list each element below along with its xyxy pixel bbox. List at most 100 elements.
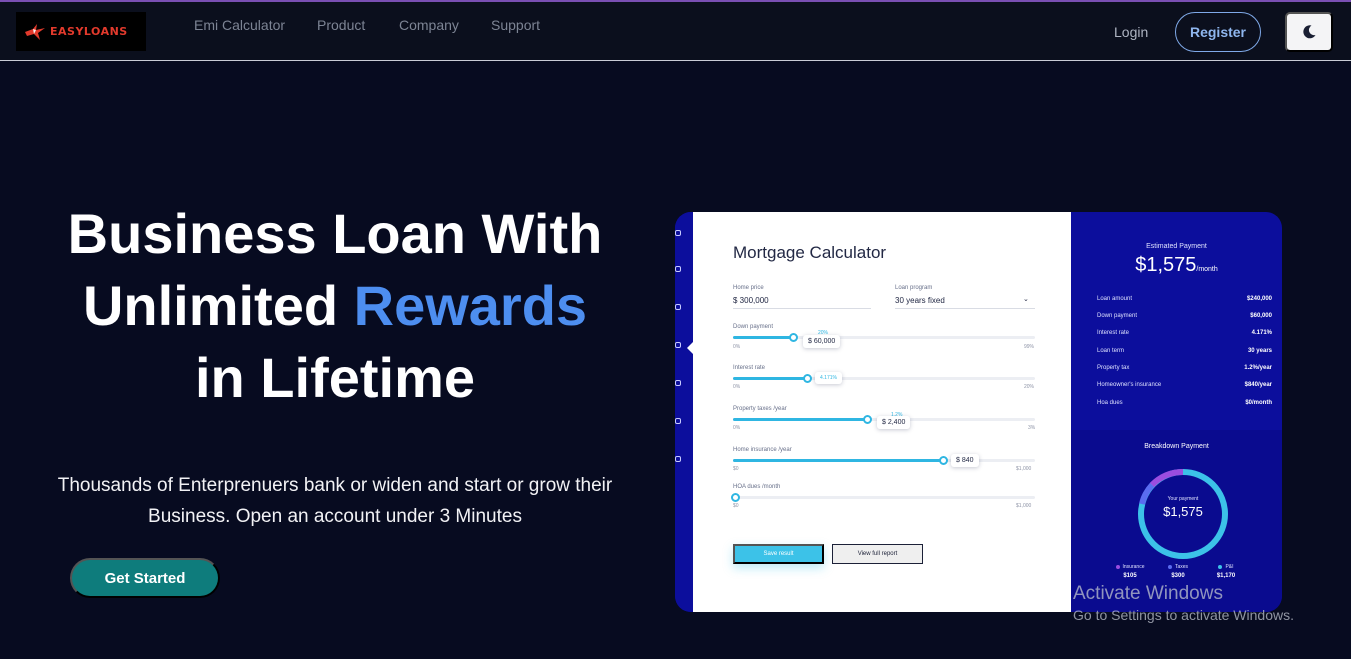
hoa-dues-knob[interactable] — [731, 493, 740, 502]
loan-program-select[interactable]: 30 years fixed — [895, 296, 945, 305]
hero-title-line1: Business Loan With — [67, 202, 603, 265]
loan-program-label: Loan program — [895, 285, 933, 291]
home-price-input[interactable]: $ 300,000 — [733, 296, 769, 305]
view-full-report-button[interactable]: View full report — [832, 544, 923, 564]
summary-row-label: Interest rate — [1097, 330, 1130, 336]
interest-rate-knob[interactable] — [803, 374, 812, 383]
legend-dot — [1115, 564, 1120, 569]
interest-rate-value: 4.171% — [815, 372, 842, 384]
nav-support[interactable]: Support — [491, 17, 540, 33]
home-price-underline — [733, 308, 871, 309]
nav-emi-calculator[interactable]: Emi Calculator — [194, 17, 285, 33]
mortgage-calculator-preview: Mortgage Calculator Home price $ 300,000… — [675, 212, 1282, 612]
hero-subtitle: Thousands of Enterprenuers bank or widen… — [57, 475, 613, 527]
activate-windows-title: Activate Windows — [1073, 583, 1223, 604]
summary-row-value: $0/month — [1245, 400, 1272, 406]
register-button[interactable]: Register — [1175, 12, 1261, 52]
interest-rate-slider[interactable] — [733, 374, 1035, 383]
hoa-dues-max: $1,000 — [1016, 503, 1032, 509]
property-taxes-label: Property taxes /year — [733, 406, 787, 412]
property-taxes-fill — [733, 418, 867, 421]
breakdown-payment-label: Breakdown Payment — [1144, 443, 1209, 450]
rail-calculator-icon — [675, 342, 681, 348]
rail-home-icon — [675, 230, 681, 236]
down-payment-min: 0% — [733, 344, 741, 350]
home-insurance-label: Home insurance /year — [733, 447, 792, 453]
down-payment-knob[interactable] — [789, 333, 798, 342]
legend-name: Taxes — [1174, 564, 1189, 570]
nav-product[interactable]: Product — [317, 17, 365, 33]
hoa-dues-min: $0 — [733, 503, 739, 509]
legend-pi: P&I $1,170 — [1206, 564, 1246, 579]
hoa-dues-label: HOA dues /month — [733, 484, 781, 490]
property-taxes-min: 0% — [733, 425, 741, 431]
summary-row-value: $60,000 — [1250, 313, 1272, 319]
summary-row-value: 4.171% — [1251, 330, 1272, 336]
legend-dot — [1167, 564, 1172, 569]
legend-dot — [1218, 564, 1223, 569]
summary-row-label: Hoa dues — [1097, 400, 1123, 406]
estimated-payment-label: Estimated Payment — [1146, 243, 1207, 250]
summary-row-label: Down payment — [1097, 313, 1138, 319]
brand-name: EASYLOANS — [50, 25, 128, 38]
rail-list-icon — [675, 304, 681, 310]
summary-row-label: Loan amount — [1097, 296, 1133, 302]
rail-settings-icon — [675, 456, 681, 462]
bird-logo-icon — [25, 23, 45, 40]
hoa-dues-slider[interactable] — [731, 493, 1035, 502]
home-insurance-slider[interactable] — [733, 456, 1035, 465]
down-payment-label: Down payment — [733, 324, 774, 330]
estimated-payment-value: $1,575/month — [1071, 254, 1282, 277]
home-insurance-min: $0 — [733, 466, 739, 472]
login-link[interactable]: Login — [1114, 24, 1148, 40]
interest-rate-min: 0% — [733, 384, 741, 390]
property-taxes-knob[interactable] — [863, 415, 872, 424]
legend-value: $300 — [1171, 573, 1185, 579]
ring-caption: Your payment — [1167, 496, 1199, 502]
summary-row-label: Homeowner's insurance — [1097, 382, 1162, 388]
summary-row-value: 30 years — [1247, 348, 1272, 354]
home-price-label: Home price — [733, 285, 764, 291]
nav-company[interactable]: Company — [399, 17, 459, 33]
calculator-title: Mortgage Calculator — [733, 243, 887, 262]
preview-sidebar-rail — [675, 212, 693, 612]
interest-rate-label: Interest rate — [733, 365, 766, 371]
summary-row-label: Property tax — [1097, 365, 1130, 371]
home-insurance-value: $ 840 — [951, 454, 979, 467]
payment-summary-panel: Estimated Payment $1,575/month Loan amou… — [1071, 212, 1282, 612]
get-started-button[interactable]: Get Started — [70, 558, 220, 598]
summary-row-value: $240,000 — [1246, 296, 1272, 302]
theme-toggle-button[interactable] — [1285, 12, 1333, 52]
save-result-button[interactable]: Save result — [733, 544, 824, 564]
legend-value: $1,170 — [1216, 573, 1236, 579]
summary-row-value: $840/year — [1244, 382, 1272, 388]
home-insurance-max: $1,000 — [1016, 466, 1032, 472]
home-insurance-knob[interactable] — [939, 456, 948, 465]
moon-icon — [1303, 25, 1316, 39]
legend-insurance: Insurance $105 — [1110, 564, 1150, 579]
summary-row-value: 1.2%/year — [1244, 365, 1272, 371]
hero-title: Business Loan With Unlimited Rewards in … — [20, 198, 650, 414]
navbar: EASYLOANS Emi Calculator Product Company… — [0, 2, 1351, 61]
legend-name: Insurance — [1122, 564, 1145, 570]
interest-rate-max: 20% — [1024, 384, 1035, 390]
calculator-form: Mortgage Calculator Home price $ 300,000… — [693, 212, 1071, 612]
estimated-payment-amount: $1,575 — [1135, 254, 1197, 276]
legend-name: P&I — [1225, 564, 1234, 570]
estimated-payment-unit: /month — [1196, 266, 1218, 273]
interest-rate-fill — [733, 377, 807, 380]
summary-row-label: Loan term — [1097, 348, 1125, 354]
hero-title-line3: in Lifetime — [194, 346, 476, 409]
activate-windows-subtitle: Go to Settings to activate Windows. — [1073, 607, 1294, 623]
down-payment-slider[interactable] — [733, 333, 1035, 342]
legend-taxes: Taxes $300 — [1158, 564, 1198, 579]
loan-program-underline — [895, 308, 1035, 309]
property-taxes-value: $ 2,400 — [877, 416, 911, 429]
chevron-down-icon[interactable]: ⌄ — [1023, 295, 1029, 303]
rail-doc-icon — [675, 418, 681, 424]
property-taxes-max: 3% — [1028, 425, 1036, 431]
hero-title-line2: Unlimited — [82, 274, 354, 337]
hero-title-accent: Rewards — [353, 274, 588, 337]
ring-value: $1,575 — [1163, 504, 1203, 519]
brand-logo[interactable]: EASYLOANS — [16, 12, 146, 51]
